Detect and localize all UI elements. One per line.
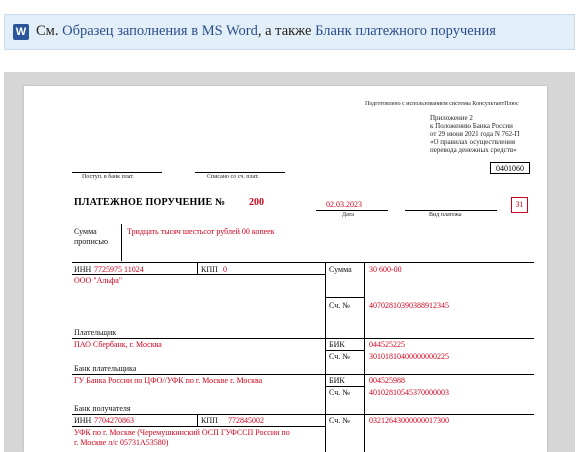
payer-kpp-label: КПП [201,265,218,274]
blank-form-link[interactable]: Бланк платежного поручения [315,23,496,39]
payer-inn: 7725975 11024 [94,265,144,274]
word-icon: W [13,24,29,40]
recipient-corr: 40102810545370000003 [369,388,449,397]
payer-inn-label: ИНН [74,265,92,274]
recipient-account-label: Сч. № [329,416,350,425]
recipient-name: УФК по г. Москве (Черемушкинский ОСП ГУФ… [74,428,290,447]
recipient-kpp: 772845002 [228,416,264,425]
payer-kpp: 0 [223,265,227,274]
amount-words: Тридцать тысяч шестьсот рублей 00 копеек [127,227,275,236]
amount-words-label: Сумма прописью [74,227,109,246]
date-label: Дата [342,212,354,218]
info-bar: W См. Образец заполнения в MS Word, а та… [4,14,575,50]
payer-name: ООО "Альфа" [74,276,123,285]
recipient-bik: 004525988 [369,376,405,385]
recipient-bik-label: БИК [329,376,345,385]
recipient-bank-label: Банк получателя [74,404,131,413]
payer-label: Плательщик [74,328,117,337]
recipient-account: 03212643000000017300 [369,416,449,425]
amount-label: Сумма [329,265,352,274]
recipient-corr-label: Сч. № [329,388,350,397]
payer-bik-label: БИК [329,340,345,349]
payer-account-label: Сч. № [329,301,350,310]
doc-number: 200 [249,197,264,208]
recipient-inn-label: ИНН [74,416,92,425]
payer-bank-label: Банк плательщика [74,364,137,373]
payment-type-label: Вид платежа [429,212,462,218]
payer-bik: 044525225 [369,340,405,349]
payer-account: 40702810390388912345 [369,301,449,310]
payer-corr-label: Сч. № [329,352,350,361]
amount-value: 30 600-00 [369,265,402,274]
info-prefix: См. [36,23,59,39]
debited-label: Списано со сч. плат. [207,174,259,180]
payment-order-sheet: Подготовлено с использованием системы Ко… [24,86,547,452]
appendix-note: Приложение 2 к Положению Банка России от… [430,114,520,154]
info-text: См. Образец заполнения в MS Word, а такж… [36,23,496,40]
recipient-bank: ГУ Банка России по ЦФО//УФК по г. Москве… [74,376,263,385]
prepared-note: Подготовлено с использованием системы Ко… [365,101,519,107]
status-code-box: 31 [511,197,528,213]
form-code-box: 0401060 [490,162,530,174]
info-middle: , а также [257,23,312,39]
sample-word-link[interactable]: Образец заполнения в MS Word [62,23,258,39]
recipient-kpp-label: КПП [201,416,218,425]
recipient-inn: 7704270863 [94,416,134,425]
received-label: Поступ. в банк плат. [82,174,134,180]
payer-bank: ПАО Сбербанк, г. Москва [74,340,162,349]
document-viewer[interactable]: Подготовлено с использованием системы Ко… [4,72,575,452]
payer-corr: 30101810400000000225 [369,352,449,361]
doc-date: 02.03.2023 [326,200,362,209]
doc-title: ПЛАТЕЖНОЕ ПОРУЧЕНИЕ № [74,197,226,208]
